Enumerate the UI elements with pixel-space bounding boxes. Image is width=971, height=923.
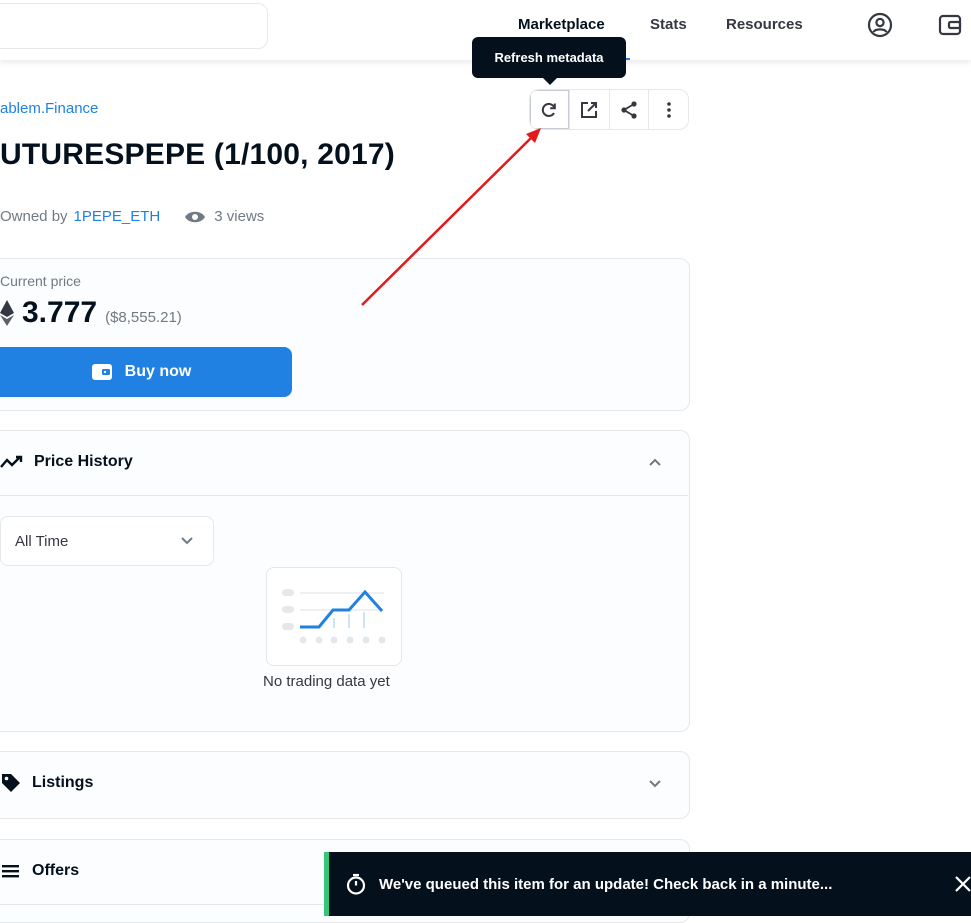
buy-now-button[interactable]: Buy now	[0, 347, 292, 397]
offers-title: Offers	[32, 862, 80, 879]
external-link-icon	[581, 101, 598, 118]
no-trading-data-text: No trading data yet	[263, 673, 390, 690]
more-options-button[interactable]	[649, 90, 688, 129]
nav-marketplace[interactable]: Marketplace	[518, 16, 605, 33]
time-range-value: All Time	[15, 532, 69, 550]
trend-line-icon	[0, 455, 23, 468]
eye-icon	[185, 211, 206, 222]
wallet-icon[interactable]	[937, 12, 963, 38]
ethereum-icon	[0, 300, 14, 326]
listings-title: Listings	[32, 774, 94, 791]
close-icon[interactable]	[953, 874, 971, 894]
refresh-metadata-tooltip: Refresh metadata	[472, 37, 626, 85]
nav-stats[interactable]: Stats	[650, 16, 687, 33]
views-count: 3 views	[184, 208, 264, 225]
more-vertical-icon	[666, 101, 671, 118]
chevron-down-icon	[181, 537, 193, 545]
update-queued-toast: We've queued this item for an update! Ch…	[324, 852, 971, 916]
price-row: 3.777 ($8,555.21)	[0, 296, 182, 330]
wallet-icon	[91, 364, 112, 380]
price-history-divider	[0, 495, 688, 496]
item-title: UTURESPEPE (1/100, 2017)	[0, 138, 395, 171]
share-button[interactable]	[610, 90, 650, 129]
owner-link[interactable]: 1PEPE_ETH	[74, 208, 161, 225]
price-history-header[interactable]: Price History	[0, 430, 688, 494]
chevron-down-icon[interactable]	[647, 776, 663, 792]
search-input[interactable]	[0, 3, 268, 49]
list-icon	[2, 865, 19, 878]
price-usd: ($8,555.21)	[105, 309, 182, 326]
time-range-select[interactable]: All Time	[0, 516, 214, 566]
timer-icon	[346, 873, 366, 895]
buy-now-label: Buy now	[124, 363, 192, 380]
account-icon[interactable]	[867, 12, 893, 38]
refresh-icon	[542, 102, 557, 117]
toast-message: We've queued this item for an update! Ch…	[379, 875, 833, 893]
nav-resources[interactable]: Resources	[726, 16, 803, 33]
item-meta: Owned by 1PEPE_ETH 3 views	[0, 208, 264, 225]
collection-link[interactable]: ablem.Finance	[0, 100, 98, 117]
empty-chart-illustration	[266, 567, 402, 666]
chevron-up-icon[interactable]	[647, 454, 663, 470]
share-icon	[621, 100, 637, 119]
views-label: 3 views	[214, 208, 265, 225]
price-value: 3.777	[22, 296, 98, 329]
tag-icon	[2, 774, 20, 792]
listings-header[interactable]: Listings	[0, 751, 688, 815]
refresh-metadata-button[interactable]	[530, 90, 570, 129]
open-external-button[interactable]	[570, 90, 610, 129]
price-history-title: Price History	[34, 453, 133, 470]
owned-by-label: Owned by	[0, 208, 68, 225]
item-actions	[529, 89, 689, 130]
current-price-label: Current price	[0, 273, 81, 289]
